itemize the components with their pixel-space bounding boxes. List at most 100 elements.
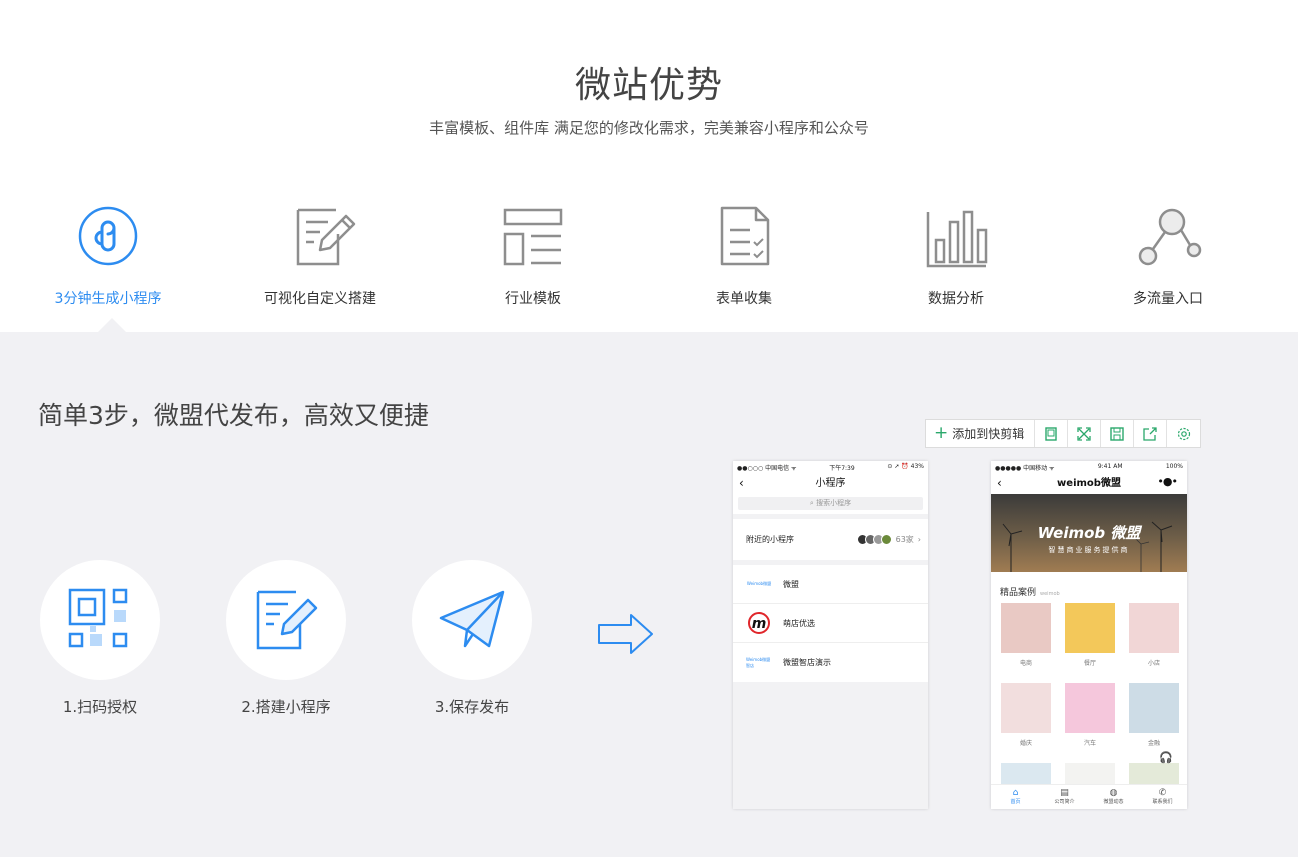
nearby-mini-programs-row[interactable]: 附近的小程序 63家 ›: [733, 519, 928, 560]
status-time: 下午7:39: [829, 465, 855, 472]
add-to-clip-label: 添加到快剪辑: [952, 427, 1025, 441]
clip-toolbar: + 添加到快剪辑: [925, 419, 1202, 448]
case-item[interactable]: 婚庆: [1001, 683, 1051, 763]
share-button[interactable]: [1134, 420, 1168, 447]
tab-news[interactable]: ◍ 微盟动态: [1089, 785, 1138, 809]
list-item-name: 微盟智店演示: [783, 658, 831, 667]
list-item[interactable]: Weimob微盟 微盟: [733, 565, 928, 604]
tab-contact[interactable]: ✆ 联系我们: [1138, 785, 1187, 809]
phone-preview-mini-program-list: ●●○○○ 中国电信 ᯤ 下午7:39 ⊙ ➚ ⏰ 43% ‹ 小程序 ⌕ 搜索…: [733, 461, 928, 809]
feature-tab-traffic-entry[interactable]: 多流量入口: [1078, 200, 1258, 308]
globe-icon: ◍: [1109, 788, 1118, 798]
case-item[interactable]: 餐厅: [1065, 603, 1115, 683]
banner-brand: Weimob 微盟: [1037, 524, 1141, 542]
weimob-logo: Weimob微盟: [746, 581, 772, 586]
active-tab-pointer: [98, 318, 126, 332]
customer-service-icon[interactable]: 🎧: [1159, 751, 1173, 764]
list-item-name: 微盟: [783, 579, 799, 589]
status-bar: ●●○○○ 中国电信 ᯤ 下午7:39 ⊙ ➚ ⏰ 43%: [733, 461, 928, 473]
settings-button[interactable]: [1167, 420, 1200, 447]
share-icon: [1143, 426, 1157, 441]
form-checklist-icon: [720, 206, 770, 266]
template-layout-icon: [503, 208, 563, 266]
feature-tab-mini-program[interactable]: 3分钟生成小程序: [18, 200, 198, 308]
arrow-right-icon: [598, 614, 653, 654]
case-label: 汽车: [1083, 740, 1096, 747]
case-image: [1001, 603, 1051, 653]
case-image: [1065, 603, 1115, 653]
tab-label: 联系我们: [1152, 799, 1173, 805]
case-image: [1001, 683, 1051, 733]
feature-label: 行业模板: [505, 291, 561, 307]
search-bar: ⌕ 搜索小程序: [733, 494, 928, 514]
back-icon[interactable]: ‹: [997, 473, 1002, 494]
feature-label: 数据分析: [928, 291, 984, 307]
bar-chart-icon: [926, 210, 988, 268]
case-label: 餐厅: [1083, 660, 1096, 667]
fullscreen-button[interactable]: [1068, 420, 1102, 447]
tab-label: 首页: [1010, 799, 1021, 805]
feature-tab-form-collect[interactable]: 表单收集: [654, 200, 834, 308]
step-label: 3.保存发布: [434, 698, 510, 716]
step-circle: [226, 560, 346, 680]
phone-view-button[interactable]: [1035, 420, 1069, 447]
hero-banner: Weimob 微盟 智慧商业服务提供商: [991, 494, 1187, 572]
home-icon: ⌂: [1012, 788, 1019, 798]
case-label: 小店: [1147, 660, 1160, 667]
case-image: [1129, 603, 1179, 653]
save-icon: [1110, 426, 1124, 441]
tab-company[interactable]: ▤ 公司简介: [1040, 785, 1089, 809]
nav-bar: ‹ weimob微盟 •●•: [991, 473, 1187, 494]
cases-section-title: 精品案例 weimob: [991, 572, 1187, 603]
feature-tab-data-analysis[interactable]: 数据分析: [866, 200, 1046, 308]
step-label: 2.搭建小程序: [241, 698, 331, 716]
back-icon[interactable]: ‹: [739, 473, 744, 494]
case-label: 婚庆: [1019, 740, 1032, 747]
step-scan-authorize: 1.扫码授权: [40, 560, 160, 717]
status-time: 9:41 AM: [1097, 463, 1123, 470]
plus-icon: +: [934, 423, 949, 443]
svg-text:m: m: [752, 616, 767, 632]
nav-title: 小程序: [815, 478, 846, 489]
more-icon[interactable]: •●•: [1157, 471, 1178, 492]
feature-label: 3分钟生成小程序: [54, 291, 162, 307]
cases-grid: 电商 餐厅 小店 婚庆 汽车 金融: [991, 603, 1187, 809]
save-button[interactable]: [1101, 420, 1135, 447]
case-item[interactable]: 电商: [1001, 603, 1051, 683]
section-en-label: weimob: [1040, 591, 1060, 597]
tab-label: 微盟动态: [1103, 799, 1124, 805]
step-save-publish: 3.保存发布: [412, 560, 532, 717]
avatar: [880, 534, 892, 545]
mini-program-list: Weimob微盟 微盟 m 萌店优选 Weimob微盟 智店 微盟智店演示: [733, 565, 928, 682]
feature-label: 多流量入口: [1133, 291, 1203, 307]
edit-document-icon: [296, 208, 356, 266]
chevron-right-icon: ›: [917, 535, 921, 544]
case-label: 电商: [1019, 660, 1032, 667]
add-to-clip-button[interactable]: + 添加到快剪辑: [926, 420, 1036, 447]
list-item[interactable]: Weimob微盟 智店 微盟智店演示: [733, 643, 928, 682]
gear-icon: [1177, 427, 1190, 440]
edit-document-icon: [256, 590, 318, 650]
carrier-label: ●●○○○ 中国电信 ᯤ: [737, 465, 797, 472]
search-placeholder: 搜索小程序: [816, 499, 852, 507]
avatar-group: [856, 534, 892, 545]
search-input[interactable]: ⌕ 搜索小程序: [738, 497, 923, 510]
case-item[interactable]: 小店: [1129, 603, 1179, 683]
feature-tab-industry-template[interactable]: 行业模板: [443, 200, 623, 308]
paper-plane-icon: [439, 590, 505, 648]
nearby-label: 附近的小程序: [746, 535, 794, 544]
phone-frame-icon: [1045, 426, 1057, 441]
feature-tab-visual-build[interactable]: 可视化自定义搭建: [230, 200, 410, 308]
phone-preview-weimob-site: ●●●●● 中国移动 ᯤ 9:41 AM 100% ‹ weimob微盟 •●•…: [991, 461, 1187, 809]
step-circle: [40, 560, 160, 680]
case-item[interactable]: 汽车: [1065, 683, 1115, 763]
section-title: 简单3步，微盟代发布，高效又便捷: [38, 401, 429, 430]
step-label: 1.扫码授权: [62, 698, 138, 716]
tab-home[interactable]: ⌂ 首页: [991, 785, 1040, 809]
weimob-store-logo: Weimob微盟 智店: [746, 656, 771, 668]
section-label: 精品案例: [1000, 588, 1037, 598]
mengdian-logo: m: [746, 610, 772, 636]
step-build-mini-program: 2.搭建小程序: [226, 560, 346, 717]
list-item[interactable]: m 萌店优选: [733, 604, 928, 643]
step-circle: [412, 560, 532, 680]
